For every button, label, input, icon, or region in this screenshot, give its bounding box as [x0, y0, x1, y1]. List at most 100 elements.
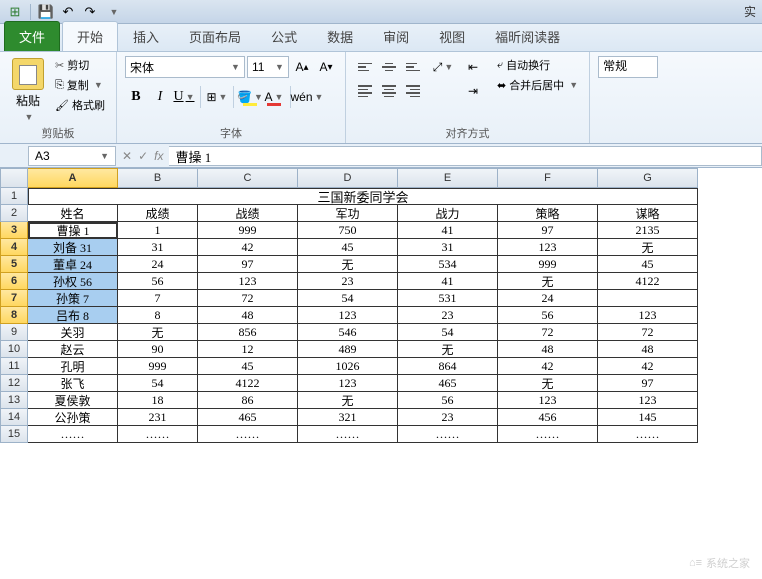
- row-header-2[interactable]: 2: [0, 205, 28, 222]
- redo-icon[interactable]: ↷: [81, 3, 99, 21]
- row-header-7[interactable]: 7: [0, 290, 28, 307]
- header-cell[interactable]: 战绩: [198, 205, 298, 222]
- header-cell[interactable]: 战力: [398, 205, 498, 222]
- tab-home[interactable]: 开始: [62, 21, 118, 51]
- data-cell[interactable]: 145: [598, 409, 698, 426]
- title-cell[interactable]: 三国新委同学会: [28, 188, 698, 205]
- row-header-13[interactable]: 13: [0, 392, 28, 409]
- data-cell[interactable]: 123: [598, 392, 698, 409]
- data-cell[interactable]: 无: [298, 392, 398, 409]
- data-cell[interactable]: 999: [118, 358, 198, 375]
- data-cell[interactable]: 无: [118, 324, 198, 341]
- row-header-4[interactable]: 4: [0, 239, 28, 256]
- data-cell[interactable]: 97: [498, 222, 598, 239]
- data-cell[interactable]: 1026: [298, 358, 398, 375]
- data-cell[interactable]: [598, 290, 698, 307]
- row-header-1[interactable]: 1: [0, 188, 28, 205]
- header-cell[interactable]: 成绩: [118, 205, 198, 222]
- data-cell[interactable]: 42: [198, 239, 298, 256]
- data-cell[interactable]: 42: [598, 358, 698, 375]
- row-header-3[interactable]: 3: [0, 222, 28, 239]
- data-cell[interactable]: 123: [498, 239, 598, 256]
- data-cell[interactable]: 54: [118, 375, 198, 392]
- paste-button[interactable]: 粘贴 ▼: [8, 56, 48, 123]
- data-cell[interactable]: 56: [398, 392, 498, 409]
- data-cell[interactable]: 4122: [198, 375, 298, 392]
- data-cell[interactable]: 72: [598, 324, 698, 341]
- data-cell[interactable]: 45: [198, 358, 298, 375]
- select-all-corner[interactable]: [0, 168, 28, 188]
- data-cell[interactable]: 41: [398, 222, 498, 239]
- save-icon[interactable]: 💾: [37, 3, 55, 21]
- align-left-button[interactable]: [354, 80, 376, 102]
- cancel-icon[interactable]: ✕: [122, 149, 132, 163]
- data-cell[interactable]: ……: [118, 426, 198, 443]
- tab-file[interactable]: 文件: [4, 21, 60, 51]
- tab-layout[interactable]: 页面布局: [174, 21, 256, 51]
- col-header-F[interactable]: F: [498, 168, 598, 188]
- data-cell[interactable]: 无: [598, 239, 698, 256]
- data-cell[interactable]: 123: [598, 307, 698, 324]
- data-cell[interactable]: 关羽: [28, 324, 118, 341]
- data-cell[interactable]: 864: [398, 358, 498, 375]
- align-top-button[interactable]: [354, 56, 376, 78]
- row-header-12[interactable]: 12: [0, 375, 28, 392]
- data-cell[interactable]: 54: [298, 290, 398, 307]
- data-cell[interactable]: 23: [398, 409, 498, 426]
- border-button[interactable]: ⊞▼: [206, 86, 228, 108]
- increase-font-button[interactable]: A▴: [291, 56, 313, 78]
- data-cell[interactable]: 吕布 8: [28, 307, 118, 324]
- data-cell[interactable]: 23: [398, 307, 498, 324]
- data-cell[interactable]: 465: [198, 409, 298, 426]
- align-bottom-button[interactable]: [402, 56, 424, 78]
- data-cell[interactable]: 孙策 7: [28, 290, 118, 307]
- italic-button[interactable]: I: [149, 86, 171, 108]
- data-cell[interactable]: 456: [498, 409, 598, 426]
- data-cell[interactable]: 8: [118, 307, 198, 324]
- header-cell[interactable]: 谋略: [598, 205, 698, 222]
- data-cell[interactable]: 刘备 31: [28, 239, 118, 256]
- data-cell[interactable]: 31: [118, 239, 198, 256]
- data-cell[interactable]: 无: [498, 273, 598, 290]
- confirm-icon[interactable]: ✓: [138, 149, 148, 163]
- data-cell[interactable]: 赵云: [28, 341, 118, 358]
- data-cell[interactable]: 123: [298, 375, 398, 392]
- wrap-text-button[interactable]: ⤶自动换行: [494, 56, 581, 74]
- data-cell[interactable]: 54: [398, 324, 498, 341]
- data-cell[interactable]: 无: [398, 341, 498, 358]
- bold-button[interactable]: B: [125, 86, 147, 108]
- formula-input[interactable]: 曹操 1: [169, 146, 762, 166]
- data-cell[interactable]: 86: [198, 392, 298, 409]
- data-cell[interactable]: 321: [298, 409, 398, 426]
- font-name-select[interactable]: 宋体▼: [125, 56, 245, 78]
- row-header-15[interactable]: 15: [0, 426, 28, 443]
- qat-dropdown-icon[interactable]: ▼: [105, 3, 123, 21]
- name-box[interactable]: A3▼: [28, 146, 116, 166]
- header-cell[interactable]: 军功: [298, 205, 398, 222]
- data-cell[interactable]: ……: [598, 426, 698, 443]
- data-cell[interactable]: 董卓 24: [28, 256, 118, 273]
- data-cell[interactable]: 48: [198, 307, 298, 324]
- header-cell[interactable]: 策略: [498, 205, 598, 222]
- data-cell[interactable]: 489: [298, 341, 398, 358]
- number-format-select[interactable]: 常规: [598, 56, 658, 78]
- data-cell[interactable]: 534: [398, 256, 498, 273]
- data-cell[interactable]: 31: [398, 239, 498, 256]
- tab-data[interactable]: 数据: [312, 21, 368, 51]
- increase-indent-button[interactable]: ⇥: [462, 80, 484, 102]
- data-cell[interactable]: 12: [198, 341, 298, 358]
- data-cell[interactable]: 999: [498, 256, 598, 273]
- data-cell[interactable]: 41: [398, 273, 498, 290]
- data-cell[interactable]: 曹操 1: [28, 222, 118, 239]
- data-cell[interactable]: 48: [498, 341, 598, 358]
- data-cell[interactable]: 24: [498, 290, 598, 307]
- data-cell[interactable]: 465: [398, 375, 498, 392]
- row-header-10[interactable]: 10: [0, 341, 28, 358]
- data-cell[interactable]: 90: [118, 341, 198, 358]
- data-cell[interactable]: 750: [298, 222, 398, 239]
- data-cell[interactable]: 231: [118, 409, 198, 426]
- data-cell[interactable]: 123: [198, 273, 298, 290]
- copy-button[interactable]: ⎘复制▼: [52, 76, 108, 94]
- data-cell[interactable]: 97: [198, 256, 298, 273]
- data-cell[interactable]: 42: [498, 358, 598, 375]
